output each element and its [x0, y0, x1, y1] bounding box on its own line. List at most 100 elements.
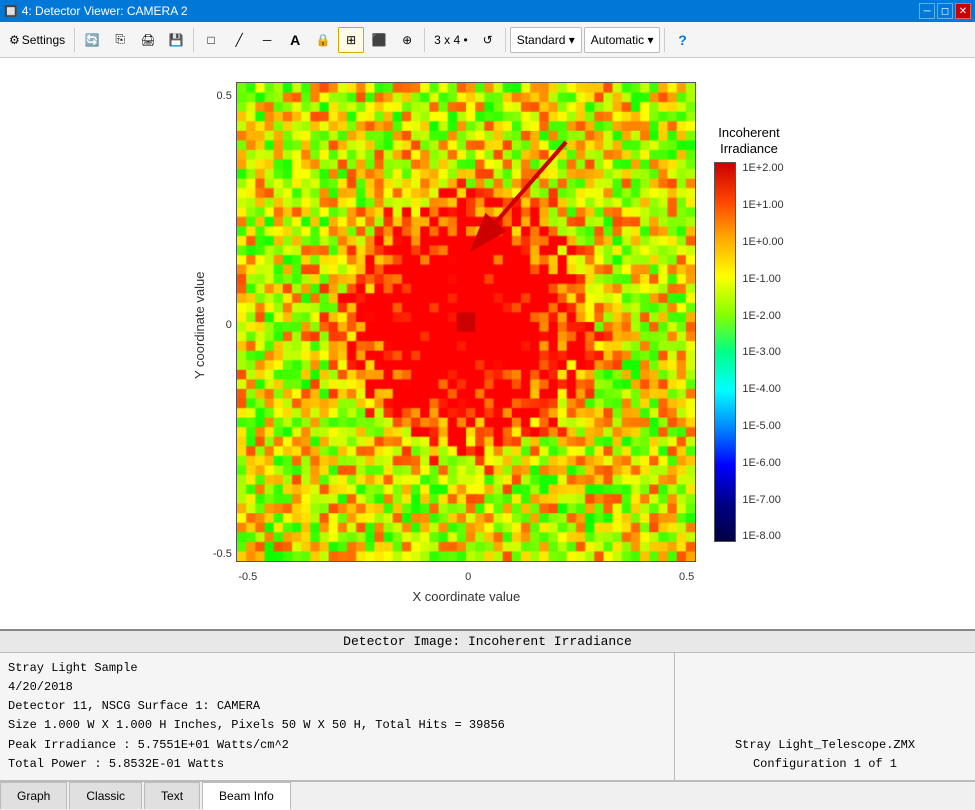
tab-text[interactable]: Text	[144, 782, 200, 809]
draw-line-button[interactable]: ╱	[226, 27, 252, 53]
plot-with-axes: Y coordinate value 0.5 0 -0.5	[191, 82, 696, 604]
colorbar-gradient	[714, 162, 736, 542]
plot-area: Y coordinate value 0.5 0 -0.5	[0, 58, 975, 629]
colorbar-container: IncoherentIrradiance 1E+2.00 1E+1.00 1E+…	[714, 125, 783, 543]
info-line-4: Peak Irradiance : 5.7551E+01 Watts/cm^2	[8, 736, 666, 755]
info-line-3: Size 1.000 W X 1.000 H Inches, Pixels 50…	[8, 716, 666, 735]
info-line-1: 4/20/2018	[8, 678, 666, 697]
lock-button[interactable]: 🔒	[310, 27, 336, 53]
cb-tick-0: 1E+2.00	[742, 162, 783, 174]
x-axis-label: X coordinate value	[413, 589, 521, 604]
copy-icon: ⎘	[115, 32, 125, 47]
grid-button[interactable]: ⊞	[338, 27, 364, 53]
info-right-line2: Configuration 1 of 1	[753, 755, 897, 774]
layers-icon: ⊕	[402, 33, 412, 47]
app-icon: 🔲	[4, 5, 18, 18]
cb-tick-1: 1E+1.00	[742, 199, 783, 211]
colorbar-tick-labels: 1E+2.00 1E+1.00 1E+0.00 1E-1.00 1E-2.00 …	[742, 162, 783, 542]
tabs-bar: Graph Classic Text Beam Info	[0, 781, 975, 809]
info-line-2: Detector 11, NSCG Surface 1: CAMERA	[8, 697, 666, 716]
info-body: Stray Light Sample 4/20/2018 Detector 11…	[0, 653, 975, 781]
refresh-button[interactable]: 🔄	[79, 27, 105, 53]
main-content: Y coordinate value 0.5 0 -0.5	[0, 58, 975, 809]
cb-tick-7: 1E-5.00	[742, 420, 783, 432]
draw-rect-button[interactable]: □	[198, 27, 224, 53]
toolbar: ⚙ Settings 🔄 ⎘ 🖨 💾 □ ╱ ─ A 🔒 ⊞ ⬛ ⊕ 3 x 4…	[0, 22, 975, 58]
draw-rect-icon: □	[208, 33, 215, 47]
info-panel: Detector Image: Incoherent Irradiance St…	[0, 629, 975, 781]
colorbar-row: 1E+2.00 1E+1.00 1E+0.00 1E-1.00 1E-2.00 …	[714, 162, 783, 542]
cb-tick-6: 1E-4.00	[742, 383, 783, 395]
draw-hline-icon: ─	[263, 33, 272, 47]
x-tick-labels: -0.5 0 0.5	[236, 571, 696, 583]
y-axis-label: Y coordinate value	[192, 85, 207, 565]
info-right-line1: Stray Light_Telescope.ZMX	[735, 736, 915, 755]
info-line-0: Stray Light Sample	[8, 659, 666, 678]
save-button[interactable]: 💾	[163, 27, 189, 53]
title-bar-left: 🔲 4: Detector Viewer: CAMERA 2	[4, 4, 188, 18]
x-tick-2: 0	[465, 571, 471, 583]
cb-tick-3: 1E-1.00	[742, 273, 783, 285]
lock-icon: 🔒	[316, 33, 331, 47]
grid-label: 3 x 4 •	[434, 33, 468, 47]
sep-4	[505, 28, 506, 52]
info-right: Stray Light_Telescope.ZMX Configuration …	[675, 653, 975, 780]
standard-label: Standard ▾	[517, 33, 575, 47]
minimize-button[interactable]: ─	[919, 3, 935, 19]
sep-3	[424, 28, 425, 52]
standard-dropdown[interactable]: Standard ▾	[510, 27, 582, 53]
grid-icon: ⊞	[346, 33, 356, 47]
export-button[interactable]: ⬛	[366, 27, 392, 53]
cb-tick-8: 1E-6.00	[742, 457, 783, 469]
grid-label-button[interactable]: 3 x 4 •	[429, 27, 473, 53]
tab-classic[interactable]: Classic	[69, 782, 142, 809]
heatmap-wrapper	[236, 82, 696, 567]
refresh-icon: 🔄	[85, 33, 100, 47]
y-tick-0: 0.5	[213, 90, 232, 102]
cb-tick-10: 1E-8.00	[742, 530, 783, 542]
automatic-dropdown[interactable]: Automatic ▾	[584, 27, 661, 53]
text-tool-icon: A	[290, 32, 300, 48]
settings-icon: ⚙	[9, 33, 20, 47]
automatic-label: Automatic ▾	[591, 33, 654, 47]
info-line-5: Total Power : 5.8532E-01 Watts	[8, 755, 666, 774]
help-button[interactable]: ?	[669, 27, 695, 53]
x-tick-4: 0.5	[679, 571, 694, 583]
cb-tick-9: 1E-7.00	[742, 494, 783, 506]
text-tool-button[interactable]: A	[282, 27, 308, 53]
y-tick-2: 0	[213, 319, 232, 331]
y-tick-labels: 0.5 0 -0.5	[213, 85, 232, 565]
heatmap-canvas	[236, 82, 696, 562]
cb-tick-4: 1E-2.00	[742, 310, 783, 322]
plot-container: Y coordinate value 0.5 0 -0.5	[191, 82, 783, 604]
plot-row: 0.5 0 -0.5	[213, 82, 696, 567]
sep-1	[74, 28, 75, 52]
sep-2	[193, 28, 194, 52]
colorbar-title: IncoherentIrradiance	[714, 125, 783, 159]
print-button[interactable]: 🖨	[135, 27, 161, 53]
help-icon: ?	[678, 32, 687, 48]
copy-button[interactable]: ⎘	[107, 27, 133, 53]
cb-tick-5: 1E-3.00	[742, 346, 783, 358]
restore-button[interactable]: ◻	[937, 3, 953, 19]
rotate-icon: ↺	[483, 33, 493, 47]
close-button[interactable]: ✕	[955, 3, 971, 19]
sep-5	[664, 28, 665, 52]
save-icon: 💾	[169, 33, 184, 47]
x-tick-0: -0.5	[238, 571, 257, 583]
tab-beam-info[interactable]: Beam Info	[202, 782, 291, 810]
tab-graph[interactable]: Graph	[0, 782, 67, 809]
draw-line-icon: ╱	[236, 33, 243, 47]
y-tick-4: -0.5	[213, 548, 232, 560]
draw-hline-button[interactable]: ─	[254, 27, 280, 53]
title-bar-controls[interactable]: ─ ◻ ✕	[919, 3, 971, 19]
settings-label: Settings	[22, 33, 65, 47]
cb-tick-2: 1E+0.00	[742, 236, 783, 248]
info-left: Stray Light Sample 4/20/2018 Detector 11…	[0, 653, 675, 780]
window-title: 4: Detector Viewer: CAMERA 2	[22, 4, 188, 18]
title-bar: 🔲 4: Detector Viewer: CAMERA 2 ─ ◻ ✕	[0, 0, 975, 22]
settings-button[interactable]: ⚙ Settings	[4, 27, 70, 53]
print-icon: 🖨	[141, 33, 156, 47]
layers-button[interactable]: ⊕	[394, 27, 420, 53]
rotate-button[interactable]: ↺	[475, 27, 501, 53]
